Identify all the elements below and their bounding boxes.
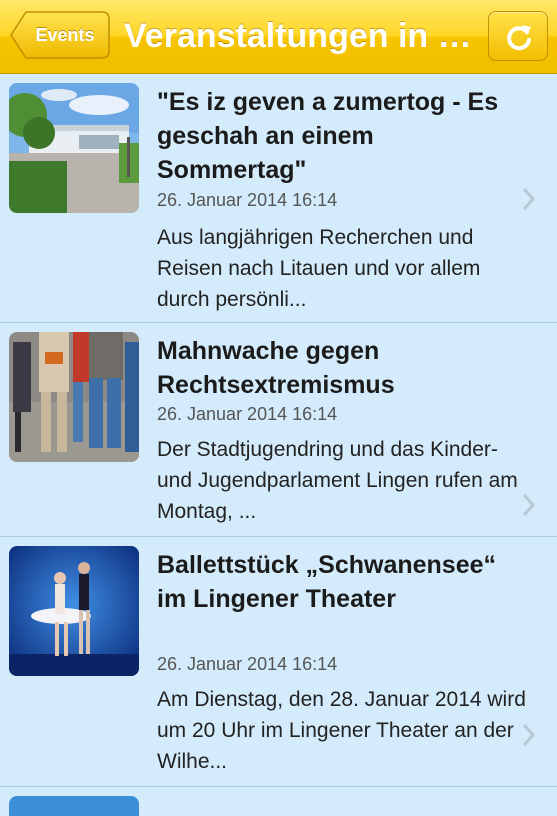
building-photo	[9, 83, 139, 213]
event-date: 26. Januar 2014 16:14	[157, 654, 338, 674]
refresh-icon	[507, 25, 531, 51]
refresh-button[interactable]	[488, 11, 548, 61]
page-title: Veranstaltungen in Lingen	[124, 17, 474, 55]
event-thumbnail	[9, 796, 139, 816]
event-thumbnail	[9, 332, 139, 462]
list-item[interactable]: Mahnwache gegen Rechtsextremismus 26. Ja…	[0, 323, 557, 537]
event-title: Ballettstück „Schwanensee“ im Lingener T…	[157, 551, 497, 613]
event-thumbnail	[9, 546, 139, 676]
list-item[interactable]: Ballettstück „Schwanensee“ im Lingener T…	[0, 537, 557, 787]
chevron-right-icon	[523, 724, 535, 746]
event-thumbnail	[9, 83, 139, 213]
event-date: 26. Januar 2014 16:14	[157, 404, 338, 424]
navigation-bar: Events Veranstaltungen in Lingen	[0, 0, 557, 74]
chevron-right-icon	[523, 188, 535, 210]
back-button[interactable]: Events	[10, 11, 110, 59]
crowd-photo	[9, 332, 139, 462]
chevron-right-icon	[523, 494, 535, 516]
event-title: "Es iz geven a zumertog - Es geschah an …	[157, 88, 499, 184]
back-button-label: Events	[35, 25, 95, 45]
event-title: Mahnwache gegen Rechtsextremismus	[157, 337, 395, 399]
list-item[interactable]: "Es iz geven a zumertog - Es geschah an …	[0, 74, 557, 323]
event-description: Aus langjährigen Recherchen und Reisen n…	[157, 226, 481, 311]
ballet-photo	[9, 546, 139, 676]
event-description: Der Stadtjugendring und das Kinder- und …	[157, 438, 518, 523]
event-date: 26. Januar 2014 16:14	[157, 190, 338, 210]
event-description: Am Dienstag, den 28. Januar 2014 wird um…	[157, 688, 526, 773]
